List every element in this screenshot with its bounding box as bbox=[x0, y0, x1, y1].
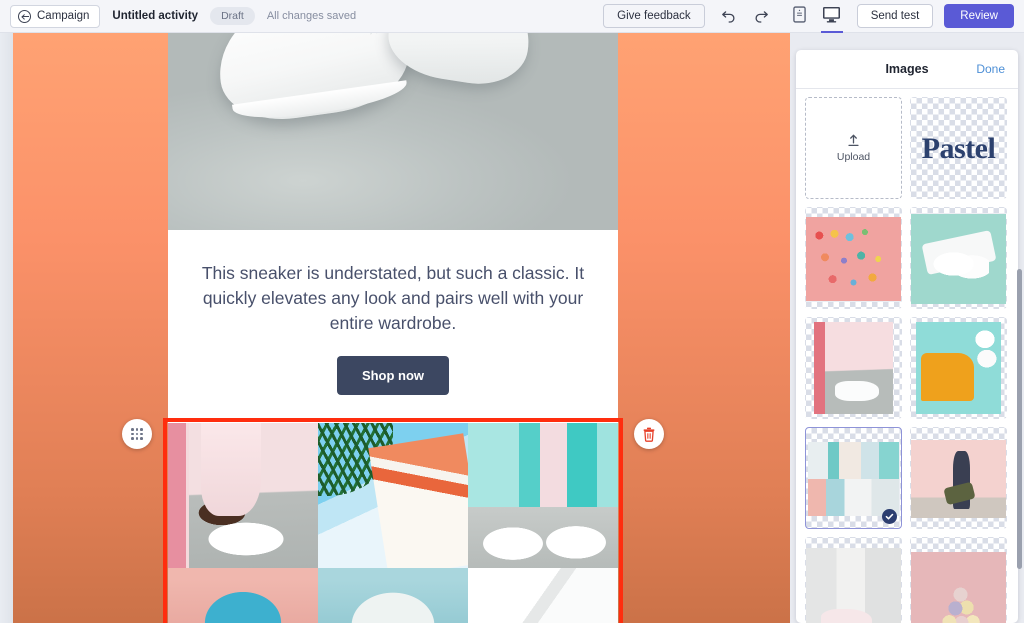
done-button[interactable]: Done bbox=[976, 62, 1005, 76]
image-grid bbox=[168, 423, 618, 623]
thumbnail-pastel-logo[interactable]: Pastel bbox=[910, 97, 1007, 199]
grid-cell-pink-trousers[interactable] bbox=[168, 423, 318, 568]
campaign-button-label: Campaign bbox=[37, 10, 90, 22]
email-copy-block[interactable]: This sneaker is understated, but such a … bbox=[168, 230, 618, 336]
back-arrow-icon bbox=[18, 9, 31, 23]
thumbnail-macarons[interactable] bbox=[910, 537, 1007, 623]
trash-icon bbox=[643, 427, 655, 442]
email-body-text: This sneaker is understated, but such a … bbox=[201, 263, 585, 333]
shop-now-button[interactable]: Shop now bbox=[336, 356, 450, 395]
app-root: Campaign Untitled activity Draft All cha… bbox=[0, 0, 1024, 623]
delete-block-button[interactable] bbox=[634, 419, 664, 449]
grid-cell-palm-sky[interactable] bbox=[318, 423, 468, 568]
pastel-logo-wordmark: Pastel bbox=[921, 132, 996, 165]
thumbnail-pink-trousers[interactable] bbox=[805, 317, 902, 419]
cta-container: Shop now bbox=[168, 336, 618, 423]
give-feedback-button[interactable]: Give feedback bbox=[603, 4, 705, 28]
images-panel-header: Images Done bbox=[796, 50, 1018, 89]
panel-scrollbar[interactable] bbox=[1017, 269, 1022, 569]
selected-image-grid-block[interactable] bbox=[163, 418, 623, 623]
hero-image[interactable] bbox=[168, 33, 618, 230]
panel-title: Images bbox=[885, 62, 929, 76]
grid-cell-sneaker-flatlay[interactable] bbox=[468, 568, 618, 623]
redo-icon bbox=[755, 10, 769, 23]
selected-check-badge bbox=[882, 509, 897, 524]
upload-label: Upload bbox=[836, 150, 871, 163]
upload-tile[interactable]: Upload bbox=[805, 97, 902, 199]
thumbnail-pink-sneaker[interactable] bbox=[805, 537, 902, 623]
mobile-icon bbox=[793, 5, 806, 23]
toolbar-right-group: Give feedback Send test Review bbox=[603, 1, 1024, 34]
mobile-preview-button[interactable] bbox=[786, 1, 814, 32]
activity-title[interactable]: Untitled activity bbox=[112, 10, 198, 22]
save-state-text: All changes saved bbox=[266, 10, 357, 22]
undo-button[interactable] bbox=[716, 4, 740, 28]
send-test-button[interactable]: Send test bbox=[856, 4, 934, 28]
canvas-left-gutter bbox=[0, 33, 13, 623]
undo-icon bbox=[722, 10, 735, 23]
desktop-preview-button[interactable] bbox=[818, 1, 846, 34]
images-panel: Images Done Upload Pastel bbox=[790, 33, 1024, 623]
drag-handle-button[interactable] bbox=[122, 419, 152, 449]
top-toolbar: Campaign Untitled activity Draft All cha… bbox=[0, 0, 1024, 34]
thumbnail-orange-trousers[interactable] bbox=[910, 317, 1007, 419]
drag-dots-icon bbox=[131, 428, 143, 440]
image-thumbnail-grid[interactable]: Upload Pastel bbox=[796, 89, 1018, 623]
status-badge: Draft bbox=[210, 7, 255, 25]
email-canvas[interactable]: This sneaker is understated, but such a … bbox=[0, 33, 790, 623]
upload-icon bbox=[848, 134, 859, 146]
thumbnail-person-pink-wall[interactable] bbox=[910, 427, 1007, 529]
thumbnail-mint-sneakers[interactable] bbox=[910, 207, 1007, 309]
images-panel-card: Images Done Upload Pastel bbox=[796, 50, 1018, 623]
toolbar-left-group: Campaign Untitled activity Draft All cha… bbox=[0, 4, 357, 28]
review-button[interactable]: Review bbox=[944, 4, 1014, 28]
grid-cell-pink-door[interactable] bbox=[168, 568, 318, 623]
redo-button[interactable] bbox=[751, 4, 775, 28]
thumbnail-image-collage[interactable] bbox=[805, 427, 902, 529]
thumbnail-pink-flatlay[interactable] bbox=[805, 207, 902, 309]
check-icon bbox=[885, 513, 894, 520]
device-preview-toggle bbox=[786, 1, 846, 34]
grid-cell-teal-door[interactable] bbox=[318, 568, 468, 623]
grid-cell-teal-trousers[interactable] bbox=[468, 423, 618, 568]
desktop-icon bbox=[823, 6, 841, 23]
email-preview: This sneaker is understated, but such a … bbox=[163, 33, 623, 623]
campaign-back-button[interactable]: Campaign bbox=[10, 4, 101, 28]
